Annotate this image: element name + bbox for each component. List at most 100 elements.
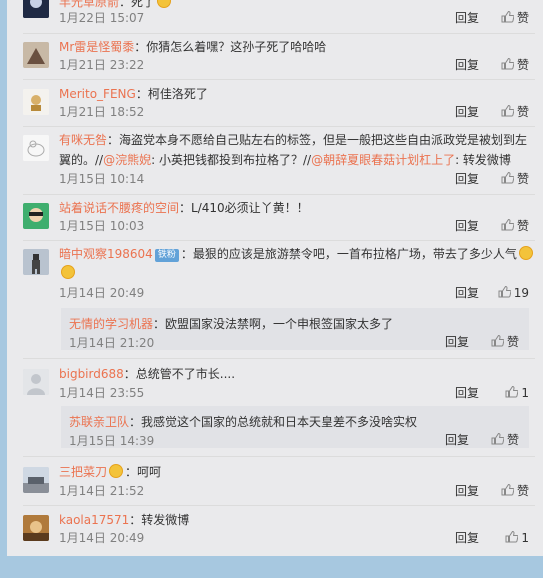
comment-username[interactable]: 三把菜刀 xyxy=(59,465,107,479)
comment-text: ：我感觉这个国家的总统就和日本天皇差不多没啥实权 xyxy=(129,415,418,429)
thumbs-up-icon xyxy=(501,219,514,231)
divider xyxy=(23,79,535,80)
like-count: 赞 xyxy=(516,11,529,25)
avatar[interactable] xyxy=(23,515,49,541)
laughing-face-icon xyxy=(109,464,124,478)
comment-username[interactable]: 苏联亲卫队 xyxy=(69,415,129,429)
like-button[interactable]: 赞 xyxy=(501,218,529,234)
laughing-face-icon xyxy=(61,265,75,279)
divider xyxy=(23,194,535,195)
like-count: 赞 xyxy=(506,433,519,447)
laughing-face-icon xyxy=(518,246,533,260)
like-button[interactable]: 赞 xyxy=(501,10,529,26)
like-button[interactable]: 1 xyxy=(505,530,529,546)
comment-text: : 转发微博 xyxy=(455,153,511,167)
avatar[interactable] xyxy=(23,369,49,395)
like-button[interactable]: 赞 xyxy=(501,57,529,73)
sub-reply: 苏联亲卫队：我感觉这个国家的总统就和日本天皇差不多没啥实权 1月15日 14:3… xyxy=(61,406,529,448)
comment-username[interactable]: 无情的学习机器 xyxy=(69,317,153,331)
reply-button[interactable]: 回复 xyxy=(455,171,479,187)
comment-time: 1月14日 20:49 xyxy=(59,531,145,545)
divider xyxy=(23,456,535,457)
avatar[interactable] xyxy=(23,467,49,493)
avatar[interactable] xyxy=(23,249,49,275)
like-button[interactable]: 赞 xyxy=(491,432,519,448)
comment-item: 丰光草原箭：死了 1月22日 15:07 回复 赞 xyxy=(7,0,543,34)
mention-link[interactable]: @朝辞夏眼春菇计划杠上了 xyxy=(311,153,455,167)
like-count: 19 xyxy=(513,286,529,300)
reply-button[interactable]: 回复 xyxy=(455,104,479,120)
thumbs-up-icon xyxy=(505,386,519,398)
comment-text: : 小英把钱都投到布拉格了？// xyxy=(151,153,312,167)
comment-time: 1月14日 23:55 xyxy=(59,386,145,400)
like-button[interactable]: 赞 xyxy=(501,171,529,187)
comment-text: ：L/410必须让丫黄！！ xyxy=(179,201,309,215)
sub-reply: 无情的学习机器：欧盟国家没法禁啊，一个申根签国家太多了 1月14日 21:20 … xyxy=(61,308,529,350)
comment-text: ：呵呵 xyxy=(125,465,162,479)
comment-text: 翼的。// xyxy=(59,153,104,167)
like-button[interactable]: 1 xyxy=(505,385,529,401)
reply-button[interactable]: 回复 xyxy=(455,57,479,73)
comment-username[interactable]: kaola17571 xyxy=(59,513,129,527)
like-button[interactable]: 赞 xyxy=(501,483,529,499)
like-button[interactable]: 赞 xyxy=(501,104,529,120)
comment-time: 1月15日 10:14 xyxy=(59,172,145,186)
thumbs-up-icon xyxy=(501,11,514,23)
thumbs-up-icon xyxy=(501,484,514,496)
reply-button[interactable]: 回复 xyxy=(455,483,479,499)
comment-time: 1月14日 21:20 xyxy=(69,336,155,350)
comment-time: 1月15日 10:03 xyxy=(59,219,145,233)
like-count: 赞 xyxy=(516,219,529,233)
reply-button[interactable]: 回复 xyxy=(455,218,479,234)
comment-time: 1月21日 18:52 xyxy=(59,105,145,119)
reply-button[interactable]: 回复 xyxy=(455,530,479,546)
like-button[interactable]: 19 xyxy=(498,285,529,301)
comment-text: ：海盗党本身不愿给自己贴左右的标签，但是一般把这些自由派政党是被划到左 xyxy=(107,133,528,147)
comment-username[interactable]: Merito_FENG xyxy=(59,87,136,101)
avatar[interactable] xyxy=(23,203,49,229)
laughing-face-icon xyxy=(157,0,172,8)
mention-link[interactable]: @浣熊婗 xyxy=(103,153,151,167)
comment-text: ：你猜怎么着嘿？这孙子死了哈哈哈 xyxy=(134,40,327,54)
divider xyxy=(23,240,535,241)
like-count: 1 xyxy=(521,386,529,400)
comment-username[interactable]: bigbird688 xyxy=(59,367,124,381)
like-count: 赞 xyxy=(516,58,529,72)
comment-time: 1月14日 21:52 xyxy=(59,484,145,498)
comment-text: ：最狠的应该是旅游禁令吧，一首布拉格广场，带去了多少人气 xyxy=(180,247,517,261)
divider xyxy=(23,505,535,506)
avatar[interactable] xyxy=(23,135,49,161)
divider xyxy=(23,358,535,359)
comment-text: ：转发微博 xyxy=(129,513,190,527)
like-count: 赞 xyxy=(516,172,529,186)
comment-text: ：欧盟国家没法禁啊，一个申根签国家太多了 xyxy=(153,317,394,331)
avatar[interactable] xyxy=(23,89,49,115)
comment-username[interactable]: 有咪无咎 xyxy=(59,133,107,147)
divider xyxy=(23,126,535,127)
like-count: 赞 xyxy=(516,105,529,119)
avatar[interactable] xyxy=(23,0,49,18)
comment-username[interactable]: 站着说话不腰疼的空间 xyxy=(59,201,179,215)
reply-button[interactable]: 回复 xyxy=(455,10,479,26)
thumbs-up-icon xyxy=(501,58,514,70)
reply-button[interactable]: 回复 xyxy=(455,385,479,401)
like-button[interactable]: 赞 xyxy=(491,334,519,350)
thumbs-up-icon xyxy=(501,172,514,184)
comment-time: 1月15日 14:39 xyxy=(69,434,155,448)
comment-time: 1月21日 23:22 xyxy=(59,58,145,72)
thumbs-up-icon xyxy=(501,105,514,117)
thumbs-up-icon xyxy=(491,433,504,445)
avatar[interactable] xyxy=(23,42,49,68)
comment-text: ：柯佳洛死了 xyxy=(135,87,208,101)
fan-badge: 铁粉 xyxy=(154,249,179,262)
reply-button[interactable]: 回复 xyxy=(445,432,469,448)
reply-button[interactable]: 回复 xyxy=(455,285,479,301)
comment-time: 1月22日 15:07 xyxy=(59,11,145,25)
reply-button[interactable]: 回复 xyxy=(445,334,469,350)
like-count: 赞 xyxy=(516,484,529,498)
thumbs-up-icon xyxy=(498,286,511,298)
divider xyxy=(23,33,535,34)
comment-username[interactable]: 暗中观察198604 xyxy=(59,247,153,261)
comment-username[interactable]: 丰光草原箭 xyxy=(59,0,119,9)
comment-username[interactable]: Mr雷是怪蜀黍 xyxy=(59,40,134,54)
